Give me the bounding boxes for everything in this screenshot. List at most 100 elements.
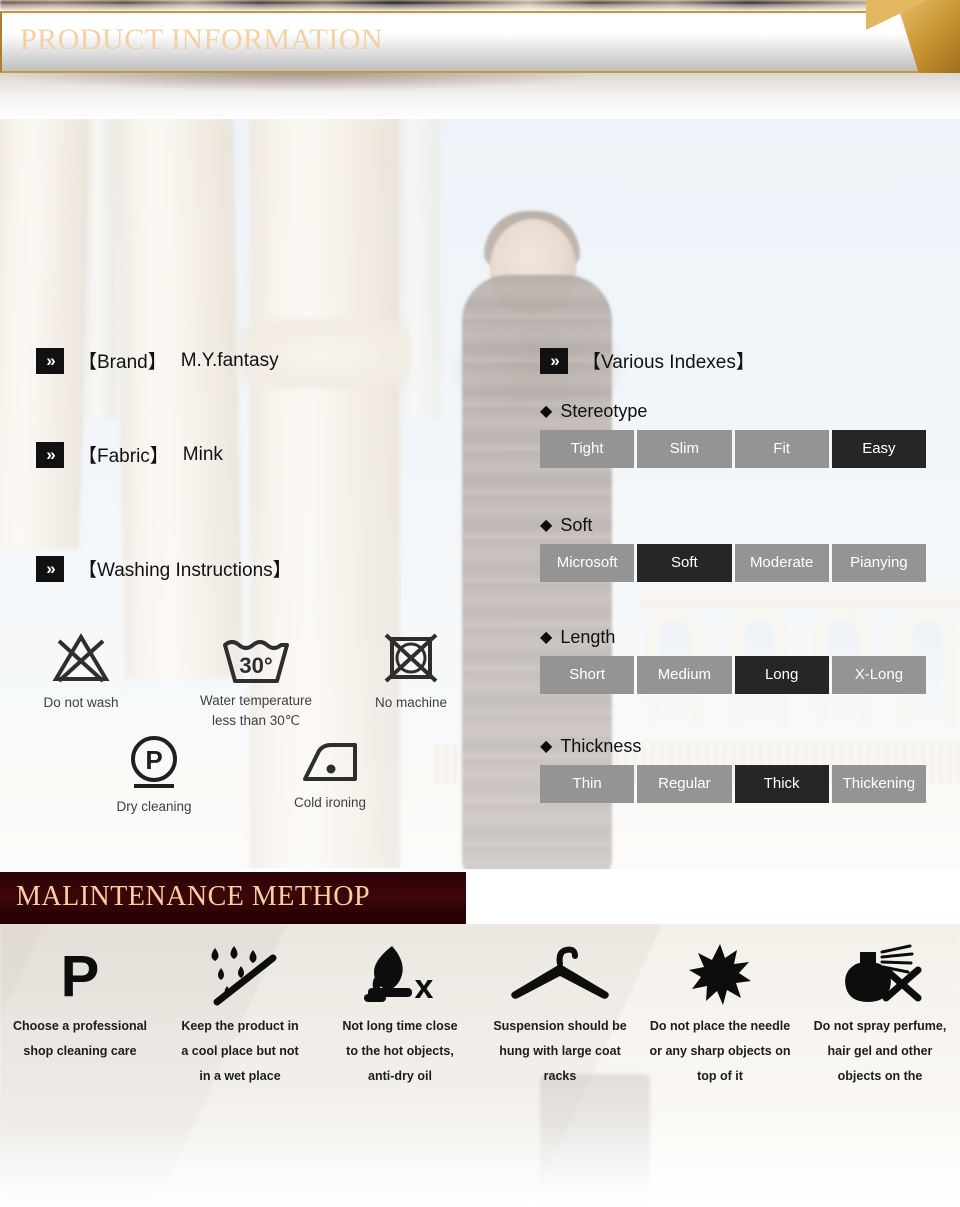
index-group-soft: ◆ Soft Microsoft Soft Moderate Pianying: [540, 515, 926, 582]
maintenance-caption: Keep the product in: [181, 1019, 299, 1033]
no-sharp-objects-icon: [689, 944, 751, 1005]
svg-text:x: x: [415, 968, 434, 1006]
banner-shadow: [0, 73, 960, 119]
do-not-wash-icon: [52, 633, 110, 683]
index-option[interactable]: X-Long: [831, 656, 926, 694]
care-symbol-water-temperature: 30° Water temperature less than 30℃: [170, 635, 342, 731]
maintenance-caption: hair gel and other: [827, 1044, 933, 1058]
index-options: Short Medium Long X-Long: [540, 656, 926, 694]
care-caption: Cold ironing: [293, 795, 367, 810]
diamond-icon: ◆: [540, 628, 553, 646]
dry-cleaning-icon: P: [131, 736, 177, 788]
care-caption-line2: less than 30℃: [212, 713, 300, 728]
product-information-banner: PRODUCT INFORMATION: [0, 11, 932, 73]
cold-ironing-icon: [303, 743, 357, 781]
index-group-thickness: ◆ Thickness Thin Regular Thick Thickenin…: [540, 736, 926, 803]
maintenance-caption: Do not place the needle: [649, 1019, 791, 1033]
index-group-title: ◆ Soft: [540, 515, 926, 536]
hanger-icon-wrap: [486, 942, 634, 1006]
care-caption: Do not wash: [43, 695, 119, 710]
index-group-title: ◆ Thickness: [540, 736, 926, 757]
fabric-label: 【Fabric】: [78, 446, 169, 467]
spec-row-brand: » 【Brand】 M.Y.fantasy: [36, 347, 279, 374]
maintenance-item: Suspension should be hung with large coa…: [480, 942, 640, 1089]
diamond-icon: ◆: [540, 516, 553, 534]
brand-label: 【Brand】: [78, 352, 167, 373]
various-indexes-label: 【Various Indexes】: [582, 352, 755, 373]
diamond-icon: ◆: [540, 737, 553, 755]
index-option[interactable]: Microsoft: [540, 544, 635, 582]
spec-row-fabric: » 【Fabric】 Mink: [36, 441, 223, 468]
maintenance-caption: hung with large coat: [499, 1044, 621, 1058]
maintenance-caption: Choose a professional: [12, 1019, 148, 1033]
index-title-text: Stereotype: [560, 401, 648, 421]
spec-content: » 【Brand】 M.Y.fantasy » 【Fabric】 Mink » …: [0, 119, 960, 869]
maintenance-caption: top of it: [697, 1069, 743, 1083]
care-symbol-dry-cleaning: P Dry cleaning: [96, 733, 212, 817]
care-caption: No machine: [374, 695, 448, 710]
index-option[interactable]: Short: [540, 656, 635, 694]
product-information-page: PRODUCT INFORMATION » 【Brand】 M.Y.fantas…: [0, 0, 960, 1207]
index-option-selected[interactable]: Soft: [637, 544, 732, 582]
index-option[interactable]: Slim: [637, 430, 732, 468]
index-option-selected[interactable]: Easy: [831, 430, 926, 468]
maintenance-item: x Not long time close to the hot objects…: [320, 942, 480, 1089]
maintenance-caption: racks: [543, 1069, 577, 1083]
maintenance-item: Do not spray perfume, hair gel and other…: [800, 942, 960, 1089]
various-indexes-heading: » 【Various Indexes】: [540, 347, 755, 374]
index-option[interactable]: Pianying: [831, 544, 926, 582]
index-option[interactable]: Regular: [637, 765, 732, 803]
maintenance-caption: or any sharp objects on: [649, 1044, 791, 1058]
maintenance-item: P Choose a professional shop cleaning ca…: [0, 942, 160, 1089]
no-fire-icon: x: [364, 946, 434, 1006]
index-title-text: Soft: [560, 515, 593, 535]
hanger-icon: [511, 946, 609, 999]
letter-p-glyph: P: [60, 944, 100, 1009]
banner-gold-fold: [866, 0, 928, 30]
maintenance-caption: anti-dry oil: [368, 1069, 432, 1083]
maintenance-header: MALINTENANCE METHOP: [0, 872, 960, 924]
chevron-icon: »: [36, 347, 64, 374]
index-option[interactable]: Thin: [540, 765, 635, 803]
index-option[interactable]: Thickening: [831, 765, 926, 803]
index-group-length: ◆ Length Short Medium Long X-Long: [540, 627, 926, 694]
maintenance-caption: Not long time close: [342, 1019, 458, 1033]
maintenance-title: MALINTENANCE METHOP: [16, 881, 371, 912]
svg-text:P: P: [145, 745, 162, 775]
keep-dry-icon: [211, 946, 277, 1006]
maintenance-caption: Suspension should be: [493, 1019, 627, 1033]
wash-temperature-icon: 30°: [223, 640, 289, 683]
care-caption-line1: Water temperature: [199, 693, 313, 708]
index-options: Microsoft Soft Moderate Pianying: [540, 544, 926, 582]
spec-row-washing: » 【Washing Instructions】: [36, 555, 292, 582]
maintenance-caption: Do not spray perfume,: [813, 1019, 947, 1033]
index-option[interactable]: Tight: [540, 430, 635, 468]
index-option-selected[interactable]: Long: [734, 656, 829, 694]
index-group-title: ◆ Stereotype: [540, 401, 926, 422]
brand-value: M.Y.fantasy: [180, 349, 279, 371]
chevron-icon: »: [36, 441, 64, 468]
washing-instructions-label: 【Washing Instructions】: [78, 560, 292, 581]
page-title: PRODUCT INFORMATION: [20, 23, 384, 56]
maintenance-caption: in a wet place: [199, 1069, 281, 1083]
product-photo-panel: » 【Brand】 M.Y.fantasy » 【Fabric】 Mink » …: [0, 119, 960, 869]
chevron-icon: »: [36, 555, 64, 582]
no-fire-icon-wrap: x: [326, 942, 474, 1006]
index-group-stereotype: ◆ Stereotype Tight Slim Fit Easy: [540, 401, 926, 468]
fabric-value: Mink: [182, 443, 223, 465]
maintenance-header-white: [466, 872, 960, 924]
maintenance-panel: P Choose a professional shop cleaning ca…: [0, 924, 960, 1207]
index-option-selected[interactable]: Thick: [734, 765, 829, 803]
index-option[interactable]: Medium: [637, 656, 732, 694]
chevron-icon: »: [540, 347, 568, 374]
index-options: Tight Slim Fit Easy: [540, 430, 926, 468]
no-perfume-icon: [845, 944, 922, 1002]
no-machine-icon: [384, 633, 438, 683]
index-option[interactable]: Fit: [734, 430, 829, 468]
index-option[interactable]: Moderate: [734, 544, 829, 582]
index-group-title: ◆ Length: [540, 627, 926, 648]
maintenance-caption: objects on the: [837, 1069, 923, 1083]
maintenance-caption: a cool place but not: [181, 1044, 299, 1058]
maintenance-item: Keep the product in a cool place but not…: [160, 942, 320, 1089]
care-caption: Dry cleaning: [116, 799, 192, 814]
